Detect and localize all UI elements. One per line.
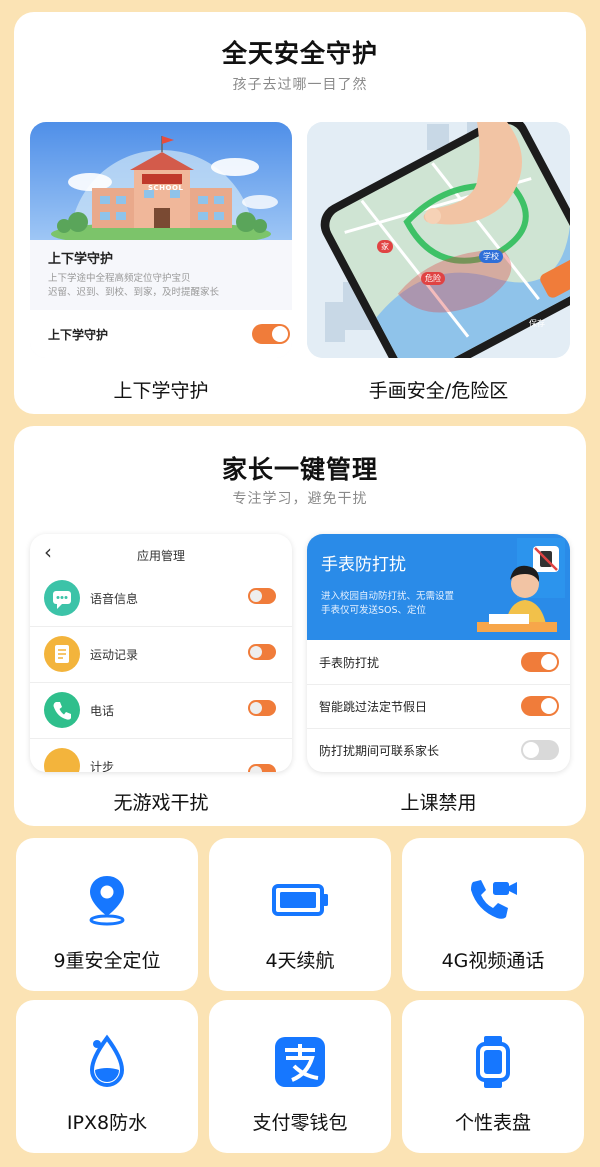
school-illustration bbox=[30, 122, 292, 240]
feature-tile-watch-face: 个性表盘 bbox=[402, 1000, 584, 1153]
feature-label: 支付零钱包 bbox=[252, 1112, 348, 1134]
feature-tile-battery: 4天续航 bbox=[209, 838, 391, 991]
feature-label: 4G视频通话 bbox=[441, 950, 545, 972]
water-drop-icon bbox=[89, 1034, 125, 1087]
feature-tile-pay: 支付零钱包 bbox=[209, 1000, 391, 1153]
app-toggle-phone[interactable] bbox=[248, 700, 276, 716]
card-heading: 上下学守护 bbox=[48, 252, 114, 267]
skip-holidays-toggle[interactable] bbox=[521, 696, 559, 716]
location-pin-icon bbox=[89, 876, 125, 926]
app-row-label: 语音信息 bbox=[90, 592, 139, 606]
steps-icon bbox=[44, 748, 80, 772]
caption-class-mode: 上课禁用 bbox=[400, 792, 477, 814]
dnd-banner-line1: 进入校园自动防打扰、无需设置 bbox=[321, 591, 455, 602]
feature-label: 9重安全定位 bbox=[53, 950, 161, 972]
feature-label: IPX8防水 bbox=[66, 1112, 148, 1134]
alipay-icon bbox=[275, 1037, 325, 1087]
map-tag-school: 学校 bbox=[479, 250, 503, 263]
phone-icon bbox=[44, 692, 80, 728]
app-row-voice: 语音信息 bbox=[30, 570, 292, 627]
dnd-row-label: 防打扰期间可联系家长 bbox=[319, 744, 440, 758]
app-row-label: 计步 bbox=[90, 760, 115, 772]
dnd-banner: 手表防打扰 进入校园自动防打扰、无需设置 手表仅可发送SOS、定位 bbox=[307, 534, 570, 640]
app-row-label: 运动记录 bbox=[90, 648, 139, 662]
video-call-icon bbox=[471, 880, 517, 919]
school-guard-toggle[interactable] bbox=[252, 324, 290, 344]
dnd-row-label: 手表防打扰 bbox=[319, 656, 380, 670]
app-row-phone: 电话 bbox=[30, 682, 292, 739]
dnd-banner-line2: 手表仅可发送SOS、定位 bbox=[321, 605, 427, 616]
feature-label: 4天续航 bbox=[265, 950, 335, 972]
dnd-row-label: 智能跳过法定节假日 bbox=[319, 700, 428, 714]
caption-school-guard: 上下学守护 bbox=[113, 380, 209, 402]
caption-no-games: 无游戏干扰 bbox=[113, 792, 209, 814]
feature-label: 个性表盘 bbox=[454, 1112, 531, 1134]
map-tag-danger: 危险 bbox=[421, 272, 445, 285]
app-toggle-voice[interactable] bbox=[248, 588, 276, 604]
feature-tile-video-call: 4G视频通话 bbox=[402, 838, 584, 991]
section-subtitle: 孩子去过哪一目了然 bbox=[232, 77, 368, 93]
watch-face-icon bbox=[476, 1036, 510, 1088]
map-tag-home: 家 bbox=[377, 240, 393, 253]
toggle-row-label: 上下学守护 bbox=[48, 328, 109, 342]
feature-tile-waterproof: IPX8防水 bbox=[16, 1000, 198, 1153]
school-guard-card: SCHOOL 上下学守护 上下学途中全程高频定位守护宝贝 迟留、迟到、到校、到家… bbox=[30, 122, 292, 358]
section-title: 家长一键管理 bbox=[221, 455, 378, 484]
card-desc-line2: 迟留、迟到、到校、到家，及时提醒家长 bbox=[48, 287, 220, 298]
do-not-disturb-card: 手表防打扰 进入校园自动防打扰、无需设置 手表仅可发送SOS、定位 手表防打扰 … bbox=[307, 534, 570, 772]
app-management-title: 应用管理 bbox=[136, 549, 185, 563]
safety-section: 全天安全守护 孩子去过哪一目了然 SCHOOL 上下学守护 上下学途中全程高频定… bbox=[14, 12, 586, 414]
map-save-button[interactable]: 保存 bbox=[529, 318, 545, 329]
school-sign: SCHOOL bbox=[148, 184, 184, 192]
sport-record-icon bbox=[44, 636, 80, 672]
parent-control-section: 家长一键管理 专注学习，避免干扰 ‹ 应用管理 语音信息 运动记录 电话 计步 … bbox=[14, 426, 586, 826]
section-subtitle: 专注学习，避免干扰 bbox=[232, 491, 368, 507]
chat-icon bbox=[44, 580, 80, 616]
dnd-toggle[interactable] bbox=[521, 652, 559, 672]
dnd-row: 防打扰期间可联系家长 bbox=[307, 728, 570, 772]
app-management-card: ‹ 应用管理 语音信息 运动记录 电话 计步 bbox=[30, 534, 292, 772]
dnd-row: 智能跳过法定节假日 bbox=[307, 684, 570, 729]
dnd-banner-title: 手表防打扰 bbox=[321, 555, 406, 575]
toggle-row: 上下学守护 bbox=[30, 310, 292, 358]
contact-parent-toggle[interactable] bbox=[521, 740, 559, 760]
app-row-label: 电话 bbox=[90, 704, 115, 718]
app-row-sport: 运动记录 bbox=[30, 626, 292, 683]
battery-icon bbox=[272, 884, 328, 916]
app-row-steps: 计步 bbox=[30, 738, 292, 772]
card-desc-line1: 上下学途中全程高频定位守护宝贝 bbox=[48, 273, 191, 284]
feature-tile-location: 9重安全定位 bbox=[16, 838, 198, 991]
caption-safe-zone: 手画安全/危险区 bbox=[368, 380, 509, 402]
safe-zone-map-card: 家 学校 危险 保存 bbox=[307, 122, 570, 358]
section-title: 全天安全守护 bbox=[221, 39, 378, 68]
app-toggle-sport[interactable] bbox=[248, 644, 276, 660]
app-toggle-steps[interactable] bbox=[248, 764, 276, 772]
dnd-row: 手表防打扰 bbox=[307, 640, 570, 685]
